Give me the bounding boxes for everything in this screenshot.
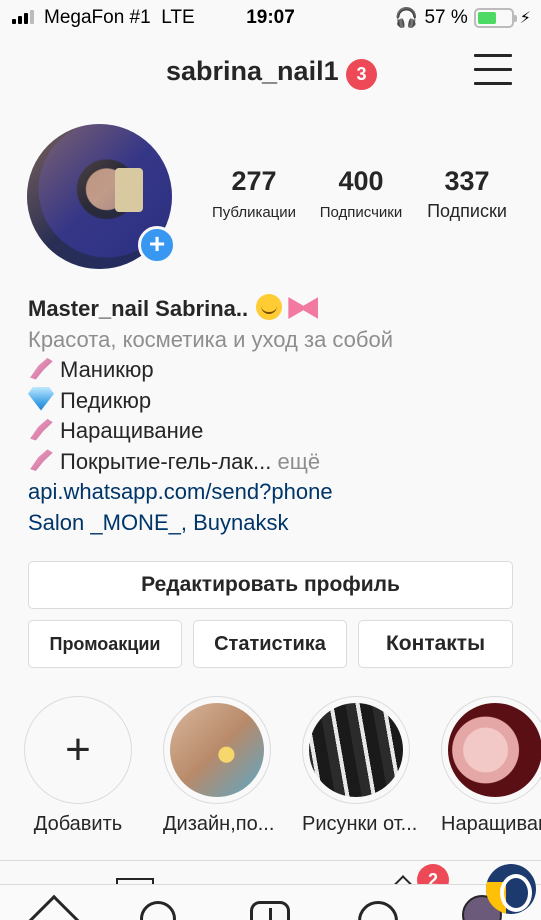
highlight-label: Наращиван <box>441 813 541 835</box>
charging-icon: ⚡ <box>519 10 531 27</box>
stat-posts-value: 277 <box>231 166 277 196</box>
highlight-item[interactable]: Наращиван <box>441 696 541 836</box>
edit-profile-button[interactable]: Редактировать профиль <box>28 561 513 609</box>
menu-icon[interactable] <box>474 54 512 86</box>
stat-followers-value: 400 <box>338 166 384 196</box>
home-icon[interactable] <box>25 894 83 920</box>
bottom-nav <box>0 884 541 920</box>
profile-name: Master_nail Sabrina.. <box>28 296 249 321</box>
bow-emoji-icon <box>288 297 319 319</box>
profile-header: sabrina_nail1 3 <box>0 46 541 96</box>
profile-category: Красота, косметика и уход за собой <box>28 326 394 352</box>
highlight-item[interactable]: Рисунки от... <box>302 696 418 836</box>
add-story-icon[interactable]: + <box>138 226 176 264</box>
more-link[interactable]: ещё <box>277 449 320 474</box>
bio-line: Покрытие-гель-лак... <box>60 448 272 474</box>
bio-line: Маникюр <box>60 357 154 382</box>
highlight-item[interactable]: Дизайн,по... <box>163 696 275 836</box>
highlight-cover <box>448 703 541 797</box>
smile-emoji-icon <box>256 294 283 320</box>
location-link[interactable]: Salon _MONE_, Buynaksk <box>28 508 528 539</box>
search-icon[interactable] <box>140 901 176 920</box>
username-title: sabrina_nail1 <box>166 56 339 86</box>
gem-icon <box>28 386 54 411</box>
highlight-cover <box>309 703 403 797</box>
battery-icon <box>473 8 517 28</box>
plus-icon[interactable]: + <box>24 696 132 804</box>
stat-following-label: Подписки <box>427 201 507 221</box>
nail-polish-icon <box>30 449 53 472</box>
bio-line: Наращивание <box>60 418 204 443</box>
highlight-label: Дизайн,по... <box>163 813 275 835</box>
battery-percent: 57 % <box>424 7 468 28</box>
stat-posts[interactable]: 277 Публикации <box>205 166 303 221</box>
nail-polish-icon <box>30 418 53 441</box>
headphones-icon: 🎧 <box>394 8 419 29</box>
stat-followers[interactable]: 400 Подписчики <box>311 166 411 221</box>
heart-icon[interactable] <box>349 892 407 920</box>
bio-website-link[interactable]: api.whatsapp.com/send?phone <box>28 477 528 508</box>
notifications-badge[interactable]: 3 <box>346 59 377 90</box>
stat-followers-label: Подписчики <box>319 204 403 221</box>
highlight-cover <box>170 703 264 797</box>
bio-line: Педикюр <box>60 387 152 413</box>
stat-posts-label: Публикации <box>211 204 297 221</box>
stat-following-value: 337 <box>444 166 490 196</box>
promotions-button[interactable]: Промоакции <box>28 620 182 668</box>
highlight-label: Добавить <box>33 813 123 835</box>
nail-polish-icon <box>30 357 53 380</box>
new-post-icon[interactable] <box>250 901 290 920</box>
assistant-app-icon[interactable] <box>486 864 536 914</box>
stat-following[interactable]: 337 Подписки <box>418 166 516 222</box>
contacts-button[interactable]: Контакты <box>358 620 513 668</box>
highlight-label: Рисунки от... <box>302 813 418 835</box>
divider <box>0 860 541 861</box>
highlight-add[interactable]: + Добавить <box>24 696 132 836</box>
statistics-button[interactable]: Статистика <box>193 620 347 668</box>
status-bar: MegaFon #1 LTE 19:07 🎧 57 % ⚡ <box>0 0 541 36</box>
profile-bio: Master_nail Sabrina.. Красота, косметика… <box>28 294 528 538</box>
